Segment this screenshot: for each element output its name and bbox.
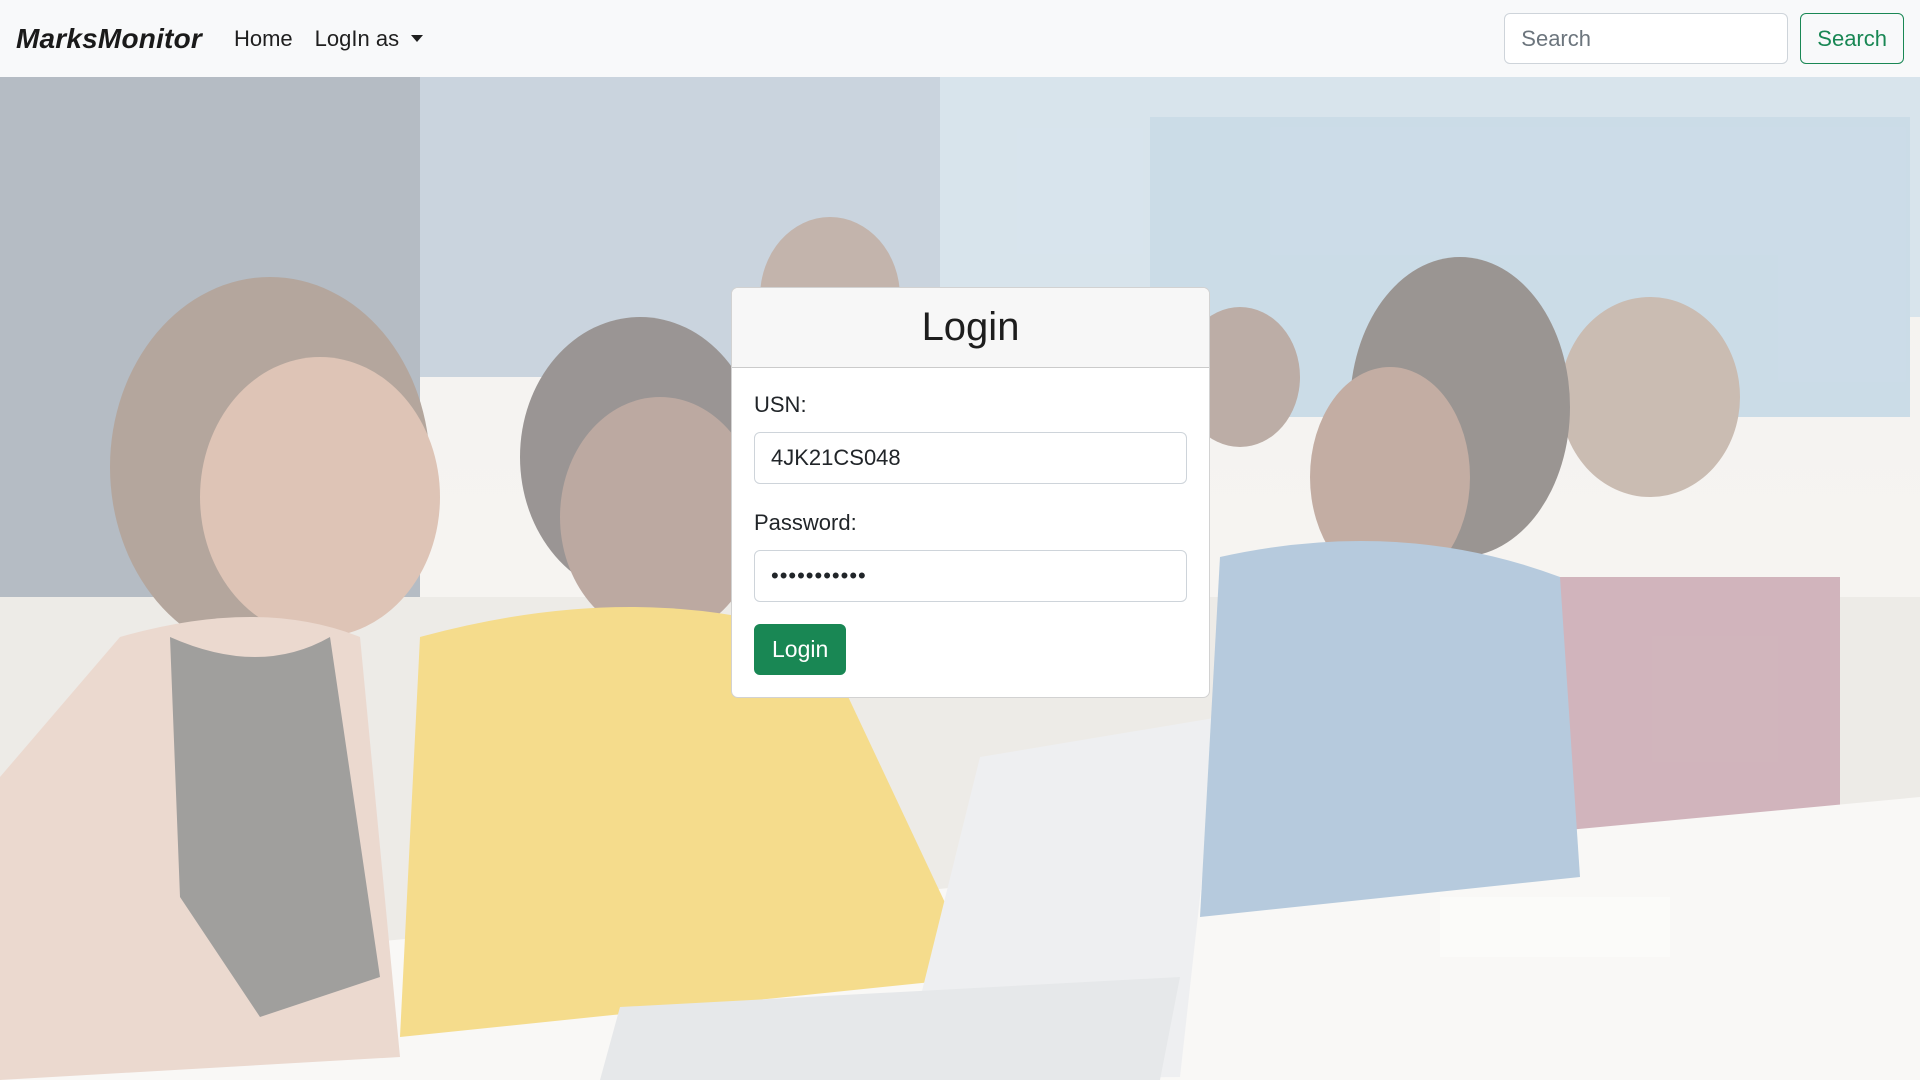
password-input[interactable] [754, 550, 1187, 602]
usn-input[interactable] [754, 432, 1187, 484]
login-card-header: Login [732, 288, 1209, 368]
login-card-body: USN: Password: Login [732, 368, 1209, 697]
login-as-label: LogIn as [314, 25, 400, 51]
usn-label: USN: [754, 392, 807, 417]
login-as-dropdown[interactable]: LogIn as [314, 25, 424, 52]
password-label: Password: [754, 510, 857, 535]
nav-home-label: Home [233, 25, 293, 51]
search-input[interactable] [1504, 13, 1789, 64]
search-button[interactable]: Search [1800, 13, 1904, 64]
nav-home-link[interactable]: Home [234, 26, 293, 52]
login-title: Login [921, 305, 1020, 349]
login-card: Login USN: Password: Login [731, 287, 1210, 698]
caret-down-icon [411, 35, 424, 42]
top-navbar: MarksMonitor Home LogIn as Search [0, 0, 1920, 77]
login-submit-button[interactable]: Login [754, 624, 847, 675]
brand-logo[interactable]: MarksMonitor [16, 23, 202, 55]
